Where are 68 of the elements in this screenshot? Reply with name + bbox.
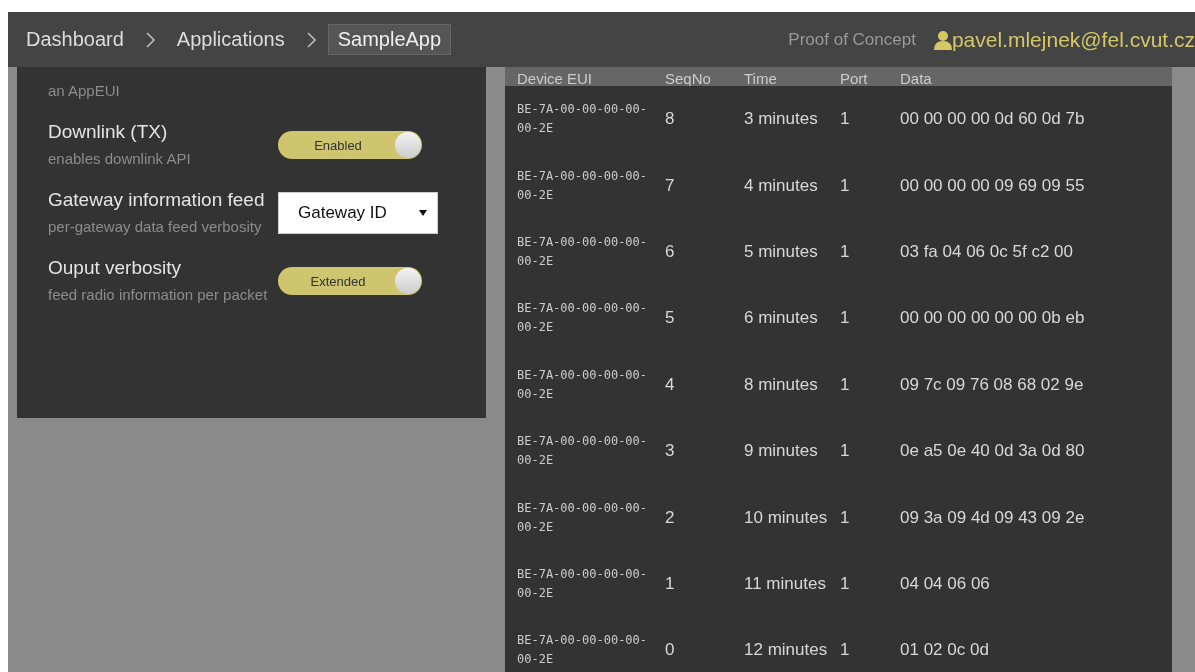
table-cell: 5 bbox=[665, 285, 744, 352]
setting-label: Ouput verbosity bbox=[48, 256, 183, 280]
table-cell-text: 04 04 06 06 bbox=[900, 572, 991, 595]
table-cell: 1 bbox=[840, 152, 900, 219]
chevron-icon bbox=[306, 31, 316, 48]
setting-description: an AppEUI bbox=[48, 81, 121, 101]
table-cell-text: 00 00 00 00 09 69 09 55 bbox=[900, 174, 1086, 197]
table-cell: BE-7A-00-00-00-00-00-2E bbox=[505, 351, 665, 418]
table-cell-text: BE-7A-00-00-00-00-00-2E bbox=[516, 565, 649, 602]
table-cell-text: 5 minutes bbox=[744, 240, 819, 263]
table-cell: 1 bbox=[840, 351, 900, 418]
table-cell: 1 bbox=[840, 550, 900, 618]
table-cell-text: 8 minutes bbox=[744, 373, 819, 396]
table-cell-text: 0 bbox=[665, 639, 676, 662]
breadcrumb-link[interactable]: Applications bbox=[166, 24, 295, 55]
column-header: Port bbox=[840, 67, 900, 86]
setting-description: feed radio information per packet bbox=[48, 285, 269, 305]
table-cell-text: 0e a5 0e 40 0d 3a 0d 80 bbox=[900, 440, 1086, 463]
table-cell-text: 6 minutes bbox=[744, 307, 819, 330]
table-cell: 1 bbox=[840, 285, 900, 352]
table-cell-text: 10 minutes bbox=[744, 506, 829, 529]
table-cell-text: 9 minutes bbox=[744, 440, 819, 463]
table-cell: 4 bbox=[665, 351, 744, 418]
table-cell: BE-7A-00-00-00-00-00-2E bbox=[505, 86, 665, 153]
table-cell-text: 4 minutes bbox=[744, 174, 819, 197]
table-cell: 1 bbox=[840, 417, 900, 485]
setting-description: per-gateway data feed verbosity bbox=[48, 217, 263, 237]
table-cell: 7 bbox=[665, 152, 744, 219]
table-cell-text: 12 minutes bbox=[744, 639, 829, 662]
table-cell-text: 09 7c 09 76 08 68 02 9e bbox=[900, 373, 1085, 396]
setting-description: enables downlink API bbox=[48, 149, 192, 169]
column-header: Data bbox=[900, 67, 1172, 86]
table-cell: 1 bbox=[840, 484, 900, 551]
table-cell: BE-7A-00-00-00-00-00-2E bbox=[505, 285, 665, 352]
table-cell: 8 bbox=[665, 86, 744, 153]
table-cell-text: 11 minutes bbox=[744, 572, 827, 595]
setting-label: Downlink (TX) bbox=[48, 120, 169, 144]
table-cell: BE-7A-00-00-00-00-00-2E bbox=[505, 617, 665, 672]
table-cell-text: 01 02 0c 0d bbox=[900, 639, 990, 662]
breadcrumb-link[interactable]: Dashboard bbox=[16, 24, 134, 55]
table-cell: 3 minutes bbox=[744, 86, 840, 153]
tagline: Proof of Concept bbox=[788, 29, 916, 50]
user-icon bbox=[933, 29, 952, 50]
table-cell-text: 09 3a 09 4d 09 43 09 2e bbox=[900, 506, 1086, 529]
table-cell: BE-7A-00-00-00-00-00-2E bbox=[505, 218, 665, 286]
toggle-switch[interactable]: Enabled bbox=[278, 131, 422, 159]
breadcrumb-link[interactable]: SampleApp bbox=[327, 24, 452, 55]
table-cell-text: 00 00 00 00 00 00 0b eb bbox=[900, 307, 1086, 330]
table-cell-text: 03 fa 04 06 0c 5f c2 00 bbox=[900, 240, 1074, 263]
table-cell: BE-7A-00-00-00-00-00-2E bbox=[505, 484, 665, 551]
setting-label: Gateway information feed bbox=[48, 188, 266, 212]
table-cell: 1 bbox=[840, 617, 900, 672]
table-cell: 3 bbox=[665, 417, 744, 485]
table-cell-text: 2 bbox=[665, 506, 676, 529]
toggle-switch[interactable]: Extended bbox=[278, 267, 422, 295]
column-header: Device EUI bbox=[505, 67, 665, 86]
table-cell-text: 1 bbox=[665, 572, 676, 595]
table-cell: BE-7A-00-00-00-00-00-2E bbox=[505, 417, 665, 485]
user-email[interactable]: pavel.mlejnek@fel.cvut.cz bbox=[951, 27, 1195, 52]
chevron-icon bbox=[145, 31, 155, 48]
table-cell: 6 bbox=[665, 218, 744, 286]
table-cell: BE-7A-00-00-00-00-00-2E bbox=[505, 152, 665, 219]
table-cell: 1 bbox=[840, 86, 900, 153]
column-header: Time bbox=[744, 67, 840, 86]
table-cell: 1 bbox=[840, 218, 900, 286]
dropdown-caret-icon bbox=[419, 210, 427, 216]
table-cell: 00 00 00 00 0d 60 0d 7b bbox=[900, 86, 1172, 153]
dropdown-select[interactable]: Gateway ID bbox=[278, 192, 438, 234]
